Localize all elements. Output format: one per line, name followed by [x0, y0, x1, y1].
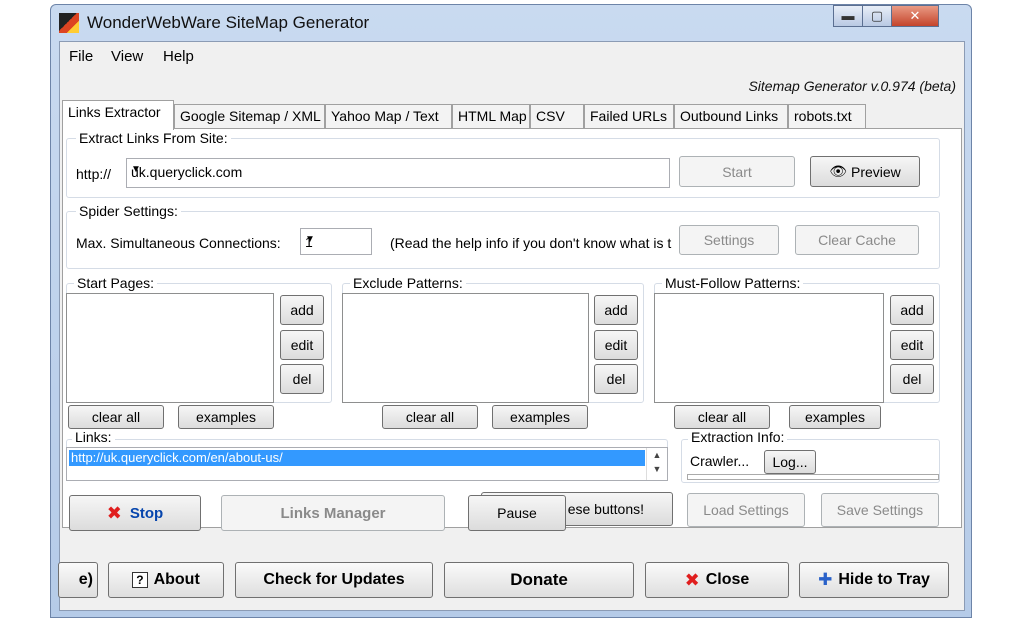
window-title: WonderWebWare SiteMap Generator — [87, 13, 370, 32]
links-list[interactable]: http://uk.queryclick.com/en/about-us/ ▲ ▼ — [66, 447, 668, 481]
hide-to-tray-button[interactable]: ✚ Hide to Tray — [799, 562, 949, 598]
load-settings-button[interactable]: Load Settings — [687, 493, 805, 527]
log-button[interactable]: Log... — [764, 450, 816, 474]
must-del-button[interactable]: del — [890, 364, 934, 394]
spider-label: Spider Settings: — [76, 203, 181, 219]
clear-cache-button[interactable]: Clear Cache — [795, 225, 919, 255]
check-updates-button[interactable]: Check for Updates — [235, 562, 433, 598]
menu-view[interactable]: View — [111, 48, 143, 65]
must-examples-button[interactable]: examples — [789, 405, 881, 429]
must-follow-list[interactable] — [654, 293, 884, 403]
tab-robots[interactable]: robots.txt — [788, 104, 866, 128]
close-window-button[interactable]: ✕ — [891, 5, 939, 27]
app-logo-icon — [59, 13, 79, 33]
links-scrollbar[interactable]: ▲ ▼ — [646, 448, 667, 480]
save-settings-button[interactable]: Save Settings — [821, 493, 939, 527]
menu-help[interactable]: Help — [163, 48, 194, 65]
tab-html-map[interactable]: HTML Map — [452, 104, 530, 128]
tab-google-sitemap[interactable]: Google Sitemap / XML — [174, 104, 325, 128]
start-examples-button[interactable]: examples — [178, 405, 274, 429]
app-window: WonderWebWare SiteMap Generator ▬ ▢ ✕ Fi… — [50, 4, 972, 618]
maximize-button[interactable]: ▢ — [862, 5, 892, 27]
start-add-button[interactable]: add — [280, 295, 324, 325]
start-button[interactable]: Start — [679, 156, 795, 187]
stop-x-icon: ✖ — [106, 502, 122, 523]
help-text: (Read the help info if you don't know wh… — [390, 235, 672, 251]
partial-button[interactable]: e) — [58, 562, 98, 598]
start-clear-all-button[interactable]: clear all — [68, 405, 164, 429]
hide-to-tray-label: Hide to Tray — [838, 571, 930, 588]
menu-file[interactable]: File — [69, 48, 93, 65]
must-follow-label: Must-Follow Patterns: — [662, 275, 804, 291]
donate-button[interactable]: Donate — [444, 562, 634, 598]
exclude-examples-button[interactable]: examples — [492, 405, 588, 429]
menu-bar: File View Help — [60, 42, 964, 72]
extraction-progress — [687, 474, 939, 480]
site-url-field[interactable]: uk.queryclick.com ▼ — [126, 158, 670, 188]
exclude-label: Exclude Patterns: — [350, 275, 466, 291]
about-button[interactable]: ? About — [108, 562, 224, 598]
start-del-button[interactable]: del — [280, 364, 324, 394]
preview-button[interactable]: 👁 Preview — [810, 156, 920, 187]
stop-label: Stop — [129, 504, 164, 522]
links-extractor-panel: Extract Links From Site: http:// uk.quer… — [62, 128, 962, 531]
version-label: Sitemap Generator v.0.974 (beta) — [748, 78, 956, 94]
start-pages-label: Start Pages: — [74, 275, 158, 291]
tab-yahoo-map[interactable]: Yahoo Map / Text — [325, 104, 452, 128]
about-label: About — [153, 571, 200, 588]
title-bar: WonderWebWare SiteMap Generator ▬ ▢ ✕ — [51, 5, 971, 41]
eye-icon: 👁 — [829, 163, 847, 179]
minimize-button[interactable]: ▬ — [833, 5, 863, 27]
must-add-button[interactable]: add — [890, 295, 934, 325]
help-question-icon: ? — [132, 572, 148, 588]
dropdown-arrow-icon[interactable]: ▼ — [131, 164, 665, 175]
start-pages-list[interactable] — [66, 293, 274, 403]
settings-button[interactable]: Settings — [679, 225, 779, 255]
puzzle-icon: ✚ — [818, 570, 833, 589]
links-manager-button[interactable]: Links Manager — [221, 495, 445, 531]
exclude-list[interactable] — [342, 293, 589, 403]
must-clear-all-button[interactable]: clear all — [674, 405, 770, 429]
exclude-del-button[interactable]: del — [594, 364, 638, 394]
exclude-add-button[interactable]: add — [594, 295, 638, 325]
client-area: File View Help Sitemap Generator v.0.974… — [58, 41, 965, 611]
connections-label: Max. Simultaneous Connections: — [76, 235, 281, 251]
tab-outbound-links[interactable]: Outbound Links — [674, 104, 788, 128]
start-edit-button[interactable]: edit — [280, 330, 324, 360]
links-list-item[interactable]: http://uk.queryclick.com/en/about-us/ — [69, 450, 645, 466]
extract-label: Extract Links From Site: — [76, 130, 231, 146]
must-edit-button[interactable]: edit — [890, 330, 934, 360]
close-button[interactable]: ✖ Close — [645, 562, 789, 598]
connections-select[interactable]: 1 ▼ — [300, 228, 372, 255]
links-label: Links: — [72, 429, 115, 445]
close-label: Close — [705, 571, 750, 588]
extraction-label: Extraction Info: — [688, 429, 788, 445]
tab-links-extractor[interactable]: Links Extractor — [62, 100, 174, 130]
pause-button[interactable]: Pause — [468, 495, 566, 531]
tab-csv[interactable]: CSV — [530, 104, 584, 128]
crawler-status: Crawler... — [690, 453, 750, 469]
tab-failed-urls[interactable]: Failed URLs — [584, 104, 674, 128]
close-x-icon: ✖ — [684, 569, 700, 590]
dropdown-arrow-icon[interactable]: ▼ — [305, 234, 367, 245]
stop-button[interactable]: ✖ Stop — [69, 495, 201, 531]
exclude-edit-button[interactable]: edit — [594, 330, 638, 360]
preview-label: Preview — [850, 163, 901, 180]
exclude-clear-all-button[interactable]: clear all — [382, 405, 478, 429]
url-prefix: http:// — [76, 166, 112, 182]
